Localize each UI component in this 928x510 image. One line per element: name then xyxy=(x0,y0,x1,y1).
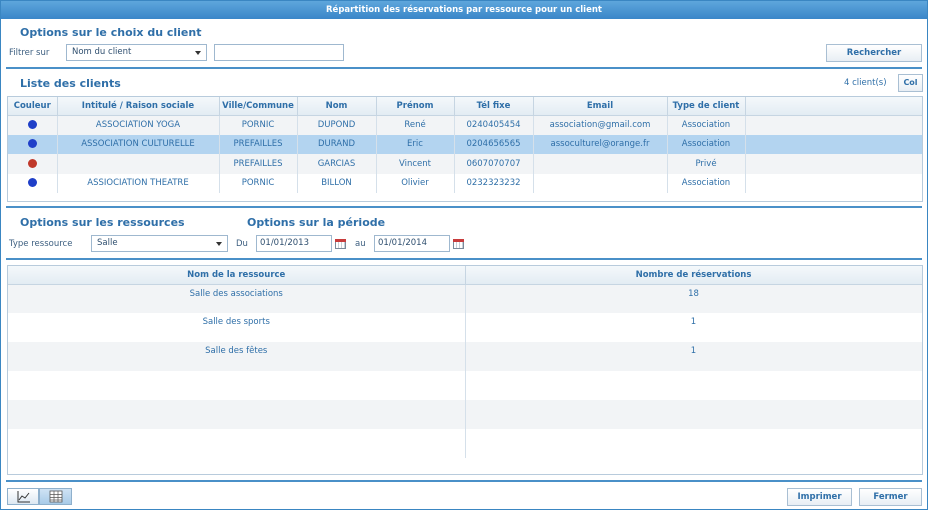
cell-prenom: Vincent xyxy=(376,154,455,174)
filter-input[interactable] xyxy=(214,44,344,61)
cell-ville: PORNIC xyxy=(219,115,298,135)
cell-email: assoculturel@orange.fr xyxy=(533,134,668,154)
cell-raison: ASSOCIATION CULTURELLE xyxy=(57,134,220,154)
cell-email xyxy=(533,173,668,193)
cell-type: Association xyxy=(667,134,746,154)
resources-table-container[interactable]: Nom de la ressource Nombre de réservatio… xyxy=(7,265,923,475)
color-dot-icon xyxy=(27,158,37,168)
date-to-input[interactable]: 01/01/2014 xyxy=(374,235,450,252)
date-from-label: Du xyxy=(236,239,248,249)
resource-options-title: Options sur les ressources xyxy=(20,216,185,229)
table-row[interactable]: ASSOCIATION YOGA PORNIC DUPOND René 0240… xyxy=(8,115,922,135)
client-count: 4 client(s) xyxy=(844,78,887,88)
search-button[interactable]: Rechercher xyxy=(826,44,922,62)
cell-email xyxy=(533,154,668,174)
column-header-empty xyxy=(745,97,922,116)
empty-row xyxy=(8,400,922,429)
cell-type: Association xyxy=(667,173,746,193)
calendar-icon[interactable] xyxy=(335,239,346,249)
calendar-icon[interactable] xyxy=(453,239,464,249)
filter-select-value: Nom du client xyxy=(72,47,132,57)
cell-type: Privé xyxy=(667,154,746,174)
window-title: Répartition des réservations par ressour… xyxy=(1,1,927,19)
filter-select[interactable]: Nom du client xyxy=(66,44,207,61)
column-header-nom[interactable]: Nom xyxy=(297,97,377,116)
chevron-down-icon xyxy=(216,242,222,246)
cell-nom: GARCIAS xyxy=(297,154,377,174)
column-header-reservations[interactable]: Nombre de réservations xyxy=(465,266,922,285)
chart-view-toggle[interactable] xyxy=(7,488,39,505)
report-window: Répartition des réservations par ressour… xyxy=(0,0,928,510)
cell-ville: PREFAILLES xyxy=(219,154,298,174)
clients-title: Liste des clients xyxy=(20,77,121,90)
color-dot-icon xyxy=(27,178,37,188)
cell-prenom: Olivier xyxy=(376,173,455,193)
client-options-title: Options sur le choix du client xyxy=(20,26,202,39)
columns-button[interactable]: Col xyxy=(898,74,923,92)
table-row[interactable]: Salle des associations 18 xyxy=(8,284,922,313)
column-header-couleur[interactable]: Couleur xyxy=(8,97,58,116)
cell-nom: DUPOND xyxy=(297,115,377,135)
cell-reservation-count: 1 xyxy=(465,313,922,342)
column-header-resource[interactable]: Nom de la ressource xyxy=(8,266,466,285)
cell-raison xyxy=(57,154,220,174)
resource-type-label: Type ressource xyxy=(9,239,73,249)
print-button[interactable]: Imprimer xyxy=(787,488,852,506)
close-button[interactable]: Fermer xyxy=(859,488,922,506)
column-header-prenom[interactable]: Prénom xyxy=(376,97,455,116)
cell-prenom: René xyxy=(376,115,455,135)
empty-row xyxy=(8,429,922,458)
period-options-title: Options sur la période xyxy=(247,216,386,229)
table-row[interactable]: ASSIOCIATION THEATRE PORNIC BILLON Olivi… xyxy=(8,173,922,193)
chart-icon xyxy=(17,491,30,503)
divider xyxy=(6,258,922,260)
cell-email: association@gmail.com xyxy=(533,115,668,135)
resources-table: Nom de la ressource Nombre de réservatio… xyxy=(8,266,922,458)
clients-table: Couleur Intitulé / Raison sociale Ville/… xyxy=(8,97,922,193)
divider xyxy=(6,67,922,69)
cell-resource-name: Salle des sports xyxy=(8,313,466,342)
cell-reservation-count: 1 xyxy=(465,342,922,371)
divider xyxy=(6,206,922,208)
color-dot-icon xyxy=(27,139,37,149)
resource-type-value: Salle xyxy=(97,238,118,248)
cell-nom: DURAND xyxy=(297,134,377,154)
chevron-down-icon xyxy=(195,51,201,55)
column-header-type[interactable]: Type de client xyxy=(667,97,746,116)
cell-resource-name: Salle des associations xyxy=(8,284,466,313)
table-row-selected[interactable]: ASSOCIATION CULTURELLE PREFAILLES DURAND… xyxy=(8,134,922,154)
table-view-toggle[interactable] xyxy=(39,488,72,505)
table-row[interactable]: PREFAILLES GARCIAS Vincent 0607070707 Pr… xyxy=(8,154,922,174)
column-header-ville[interactable]: Ville/Commune xyxy=(219,97,298,116)
table-row[interactable]: Salle des fêtes 1 xyxy=(8,342,922,371)
cell-raison: ASSOCIATION YOGA xyxy=(57,115,220,135)
column-header-tel[interactable]: Tél fixe xyxy=(454,97,534,116)
cell-type: Association xyxy=(667,115,746,135)
divider xyxy=(6,480,922,482)
cell-resource-name: Salle des fêtes xyxy=(8,342,466,371)
cell-ville: PREFAILLES xyxy=(219,134,298,154)
resource-type-select[interactable]: Salle xyxy=(91,235,228,252)
cell-reservation-count: 18 xyxy=(465,284,922,313)
cell-tel: 0607070707 xyxy=(454,154,534,174)
date-to-label: au xyxy=(355,239,366,249)
table-row[interactable]: Salle des sports 1 xyxy=(8,313,922,342)
cell-tel: 0240405454 xyxy=(454,115,534,135)
column-header-raison-sociale[interactable]: Intitulé / Raison sociale xyxy=(57,97,220,116)
cell-ville: PORNIC xyxy=(219,173,298,193)
cell-prenom: Eric xyxy=(376,134,455,154)
color-dot-icon xyxy=(27,120,37,129)
table-icon xyxy=(49,490,63,503)
date-from-input[interactable]: 01/01/2013 xyxy=(256,235,332,252)
cell-tel: 0232323232 xyxy=(454,173,534,193)
filter-label: Filtrer sur xyxy=(9,48,50,58)
empty-row xyxy=(8,371,922,400)
cell-nom: BILLON xyxy=(297,173,377,193)
clients-table-container[interactable]: Couleur Intitulé / Raison sociale Ville/… xyxy=(7,96,923,202)
cell-tel: 0204656565 xyxy=(454,134,534,154)
cell-raison: ASSIOCIATION THEATRE xyxy=(57,173,220,193)
column-header-email[interactable]: Email xyxy=(533,97,668,116)
